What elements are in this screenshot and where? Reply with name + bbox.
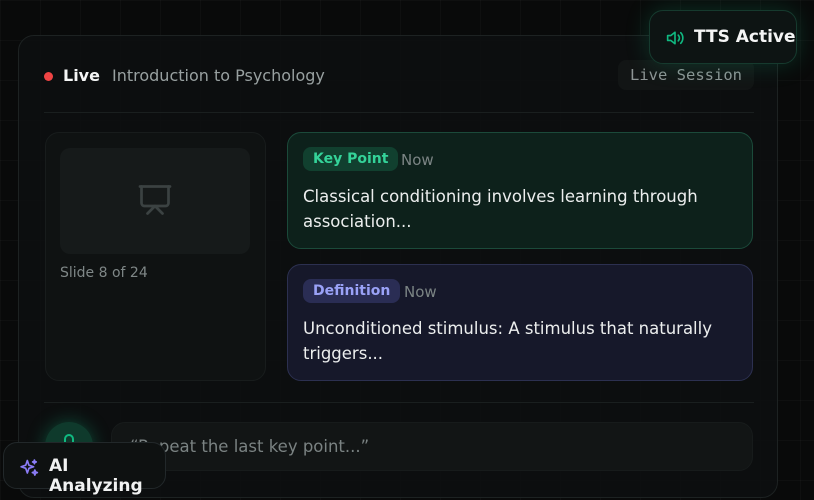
- definition-tag: Definition: [303, 279, 401, 303]
- slide-thumbnail[interactable]: [60, 148, 250, 254]
- note-card-definition[interactable]: Definition Now Unconditioned stimulus: A…: [287, 264, 753, 381]
- live-indicator-dot: [44, 72, 53, 81]
- note-card-key-point[interactable]: Key Point Now Classical conditioning inv…: [287, 132, 753, 249]
- ai-analyzing-badge: AI Analyzing: [3, 442, 166, 496]
- live-label: Live: [63, 66, 100, 85]
- note-text: Unconditioned stimulus: A stimulus that …: [303, 319, 712, 363]
- speaker-icon: [666, 31, 684, 45]
- course-title: Introduction to Psychology: [112, 66, 325, 85]
- presentation-icon: [138, 185, 172, 215]
- note-text: Classical conditioning involves learning…: [303, 187, 698, 231]
- tts-active-badge[interactable]: TTS Active: [649, 10, 797, 64]
- tts-label: TTS Active: [694, 27, 796, 47]
- note-timestamp: Now: [404, 283, 437, 301]
- key-point-tag: Key Point: [303, 147, 399, 171]
- live-session-panel: Live Introduction to Psychology Live Ses…: [18, 35, 778, 498]
- slide-preview-card[interactable]: Slide 8 of 24: [45, 132, 266, 381]
- ai-analyzing-label: AI Analyzing: [49, 456, 143, 496]
- slide-counter: Slide 8 of 24: [60, 265, 148, 281]
- session-badge: Live Session: [618, 60, 754, 90]
- header-divider: [44, 112, 754, 113]
- sparkles-icon: [20, 459, 39, 476]
- note-timestamp: Now: [401, 151, 434, 169]
- footer-divider: [44, 402, 754, 403]
- session-header: Live Introduction to Psychology Live Ses…: [44, 60, 754, 92]
- voice-command-field[interactable]: “Repeat the last key point...”: [111, 422, 753, 471]
